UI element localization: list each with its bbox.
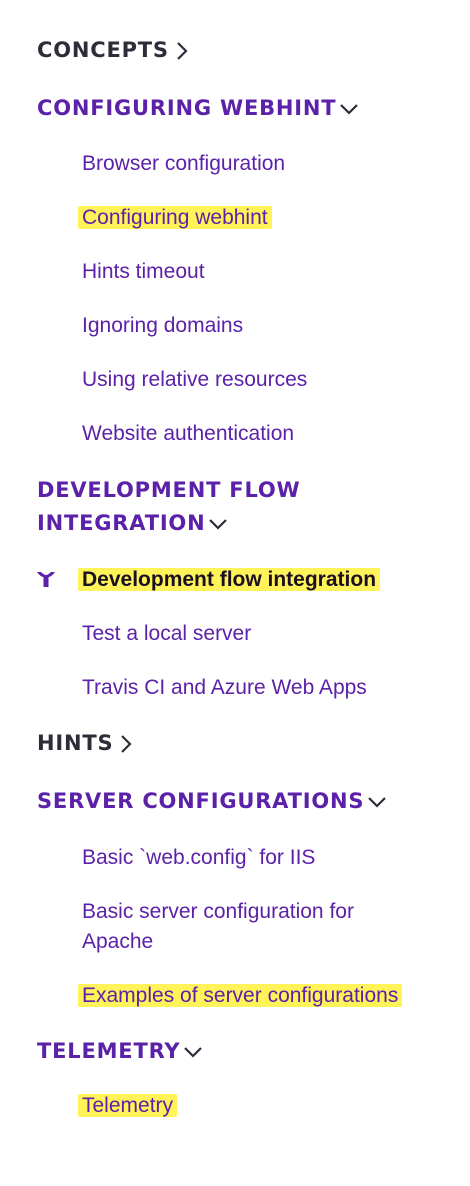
nav-link-label: Configuring webhint — [78, 206, 272, 229]
nav-link-ignoring-domains[interactable]: Ignoring domains — [82, 311, 243, 341]
section-telemetry[interactable]: TELEMETRY — [37, 1039, 204, 1064]
section-label: CONCEPTS — [37, 38, 169, 62]
section-hints[interactable]: HINTS — [37, 731, 137, 756]
nav-link-label: Basic `web.config` for IIS — [82, 846, 316, 869]
section-label: INTEGRATION — [37, 511, 206, 535]
nav-link-configuring-webhint[interactable]: Configuring webhint — [78, 203, 272, 233]
nav-link-label: Test a local server — [82, 622, 252, 645]
nav-link-basic-web-config-iis[interactable]: Basic `web.config` for IIS — [82, 843, 315, 873]
nav-link-label: Telemetry — [78, 1094, 178, 1117]
chevron-down-icon — [182, 1041, 204, 1063]
nav-link-label: Travis CI and Azure Web Apps — [82, 676, 367, 699]
nav-link-basic-server-config-apache[interactable]: Basic server configuration for Apache — [82, 897, 412, 957]
nav-link-label: Website authentication — [82, 422, 295, 445]
nav-link-development-flow-integration[interactable]: Development flow integration — [78, 565, 381, 595]
nav-link-browser-configuration[interactable]: Browser configuration — [82, 149, 285, 179]
section-label: HINTS — [37, 731, 114, 755]
nav-link-label: Hints timeout — [82, 260, 205, 283]
section-label: DEVELOPMENT FLOW — [37, 478, 301, 502]
section-development-flow-line2[interactable]: INTEGRATION — [37, 511, 229, 536]
nav-link-label: Ignoring domains — [82, 314, 244, 337]
nav-link-website-authentication[interactable]: Website authentication — [82, 419, 294, 449]
nav-link-telemetry[interactable]: Telemetry — [78, 1091, 178, 1121]
nav-link-examples-server-configurations[interactable]: Examples of server configurations — [78, 981, 403, 1011]
section-label: CONFIGURING WEBHINT — [37, 96, 337, 120]
section-server-configurations[interactable]: SERVER CONFIGURATIONS — [37, 789, 388, 814]
chevron-right-icon — [115, 733, 137, 755]
nav-link-label: Using relative resources — [82, 368, 308, 391]
chevron-down-icon — [366, 791, 388, 813]
chevron-down-icon — [207, 513, 229, 535]
nav-link-travis-ci-azure[interactable]: Travis CI and Azure Web Apps — [82, 673, 367, 703]
section-development-flow-line1[interactable]: DEVELOPMENT FLOW — [37, 478, 301, 503]
current-page-pointer-icon — [36, 570, 56, 588]
section-configuring-webhint[interactable]: CONFIGURING WEBHINT — [37, 96, 360, 121]
chevron-down-icon — [338, 98, 360, 120]
nav-link-label: Basic server configuration for Apache — [82, 900, 354, 953]
nav-link-test-local-server[interactable]: Test a local server — [82, 619, 251, 649]
nav-link-using-relative-resources[interactable]: Using relative resources — [82, 365, 307, 395]
section-label: SERVER CONFIGURATIONS — [37, 789, 365, 813]
section-label: TELEMETRY — [37, 1039, 181, 1063]
nav-link-hints-timeout[interactable]: Hints timeout — [82, 257, 205, 287]
chevron-right-icon — [171, 40, 193, 62]
section-concepts[interactable]: CONCEPTS — [37, 38, 193, 63]
nav-link-label: Examples of server configurations — [78, 984, 403, 1007]
nav-link-label: Browser configuration — [82, 152, 286, 175]
nav-link-label: Development flow integration — [78, 568, 381, 591]
